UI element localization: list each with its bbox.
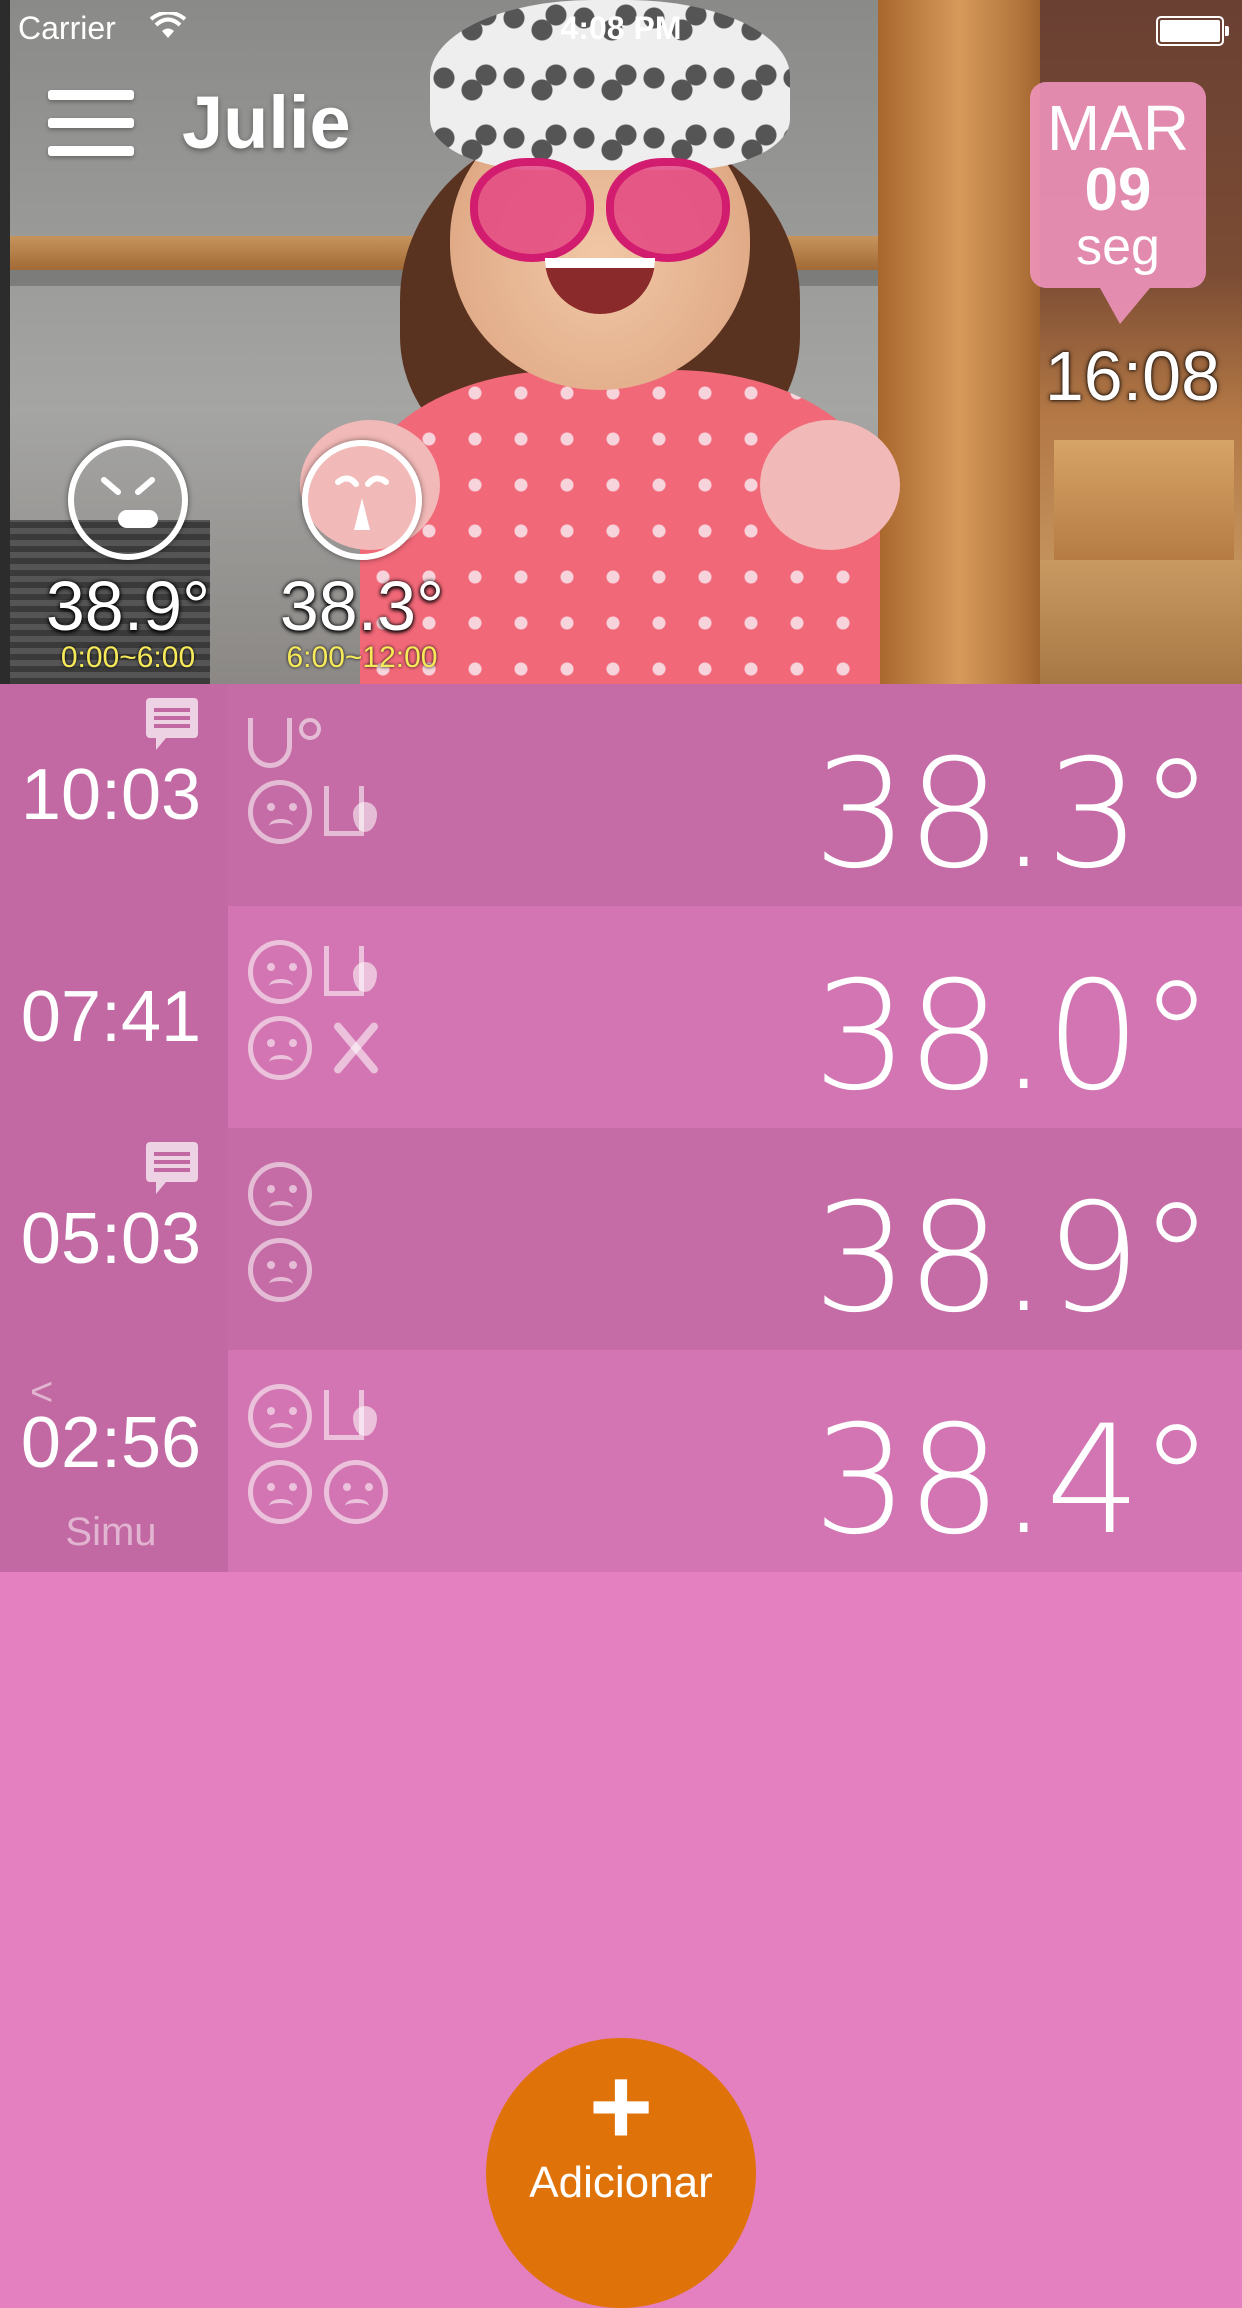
add-button-label: Adicionar (529, 2158, 713, 2207)
record-time-cell: < 02:56 Simu (0, 1350, 228, 1572)
date-day: 09 (1084, 156, 1152, 223)
record-time: 02:56 (20, 1403, 202, 1483)
record-body: 38.3° (228, 684, 1242, 906)
period-summary: 38.3° 6:00~12:00 (272, 440, 452, 674)
note-icon (146, 1142, 198, 1194)
current-clock: 16:08 (1044, 337, 1220, 415)
battery-icon (1156, 16, 1229, 46)
hamburger-icon (48, 90, 134, 100)
photo-glasses-lens (470, 158, 594, 262)
photo-glasses-lens (606, 158, 730, 262)
date-month: MAR (1046, 92, 1190, 164)
symptom-icons (248, 932, 448, 1084)
record-body: 38.0° (228, 906, 1242, 1128)
coughing-face-icon (68, 440, 188, 560)
meal-icon (324, 1016, 388, 1080)
temperature-reading: 38.4° (813, 1394, 1214, 1568)
date-weekday: seg (1076, 218, 1160, 276)
record-time-cell: 05:03 (0, 1128, 228, 1350)
runny-nose-face-icon (248, 1460, 312, 1524)
drink-icon (324, 946, 378, 996)
photo-floor (1040, 560, 1242, 684)
record-time-cell: 10:03 (0, 684, 228, 906)
coughing-face-icon (248, 1238, 312, 1302)
child-name[interactable]: Julie (182, 80, 351, 165)
record-author: Simu (65, 1510, 157, 1554)
record-row[interactable]: 10:03 38.3° (0, 684, 1242, 906)
record-row[interactable]: 05:03 38.9° (0, 1128, 1242, 1350)
record-time-cell: 07:41 (0, 906, 228, 1128)
sad-face-icon (248, 1162, 312, 1226)
record-time: 10:03 (20, 755, 202, 835)
summary-range: 0:00~6:00 (60, 641, 196, 674)
coughing-face-icon (248, 940, 312, 1004)
plus-icon: + (588, 2045, 654, 2168)
runny-nose-face-icon (248, 1016, 312, 1080)
status-bar: Carrier 4:08 PM (0, 0, 1242, 60)
record-body: 38.4° (228, 1350, 1242, 1572)
photo-sleeve (760, 420, 900, 550)
runny-nose-face-icon (302, 440, 422, 560)
hamburger-icon (48, 146, 134, 156)
note-icon (146, 698, 198, 750)
record-body: 38.9° (228, 1128, 1242, 1350)
coughing-face-icon (248, 1384, 312, 1448)
summary-temp: 38.9° (45, 567, 211, 645)
stethoscope-icon (248, 718, 321, 768)
photo-edge (0, 0, 10, 684)
menu-button[interactable] (48, 88, 134, 158)
sleepy-face-icon (324, 1460, 389, 1524)
add-record-button[interactable]: + Adicionar (486, 2038, 756, 2308)
temperature-reading: 38.9° (813, 1172, 1214, 1346)
photo-cabinet (1054, 440, 1234, 560)
symptom-icons (248, 710, 448, 848)
temperature-reading: 38.3° (813, 728, 1214, 902)
summary-temp: 38.3° (279, 567, 445, 645)
status-time: 4:08 PM (560, 10, 682, 46)
record-row[interactable]: 07:41 38.0° (0, 906, 1242, 1128)
runny-nose-face-icon (248, 780, 312, 844)
record-time: 05:03 (20, 1199, 202, 1279)
hamburger-icon (48, 118, 134, 128)
drink-icon (324, 1390, 378, 1440)
temperature-reading: 38.0° (813, 950, 1214, 1124)
symptom-icons (248, 1154, 448, 1306)
date-badge: MAR 09 seg (1030, 82, 1206, 324)
record-time: 07:41 (20, 977, 202, 1057)
summary-range: 6:00~12:00 (286, 641, 438, 674)
period-summary: 38.9° 0:00~6:00 (38, 440, 218, 674)
record-row[interactable]: < 02:56 Simu 38.4° (0, 1350, 1242, 1572)
drink-icon (324, 786, 378, 836)
symptom-icons (248, 1376, 448, 1528)
